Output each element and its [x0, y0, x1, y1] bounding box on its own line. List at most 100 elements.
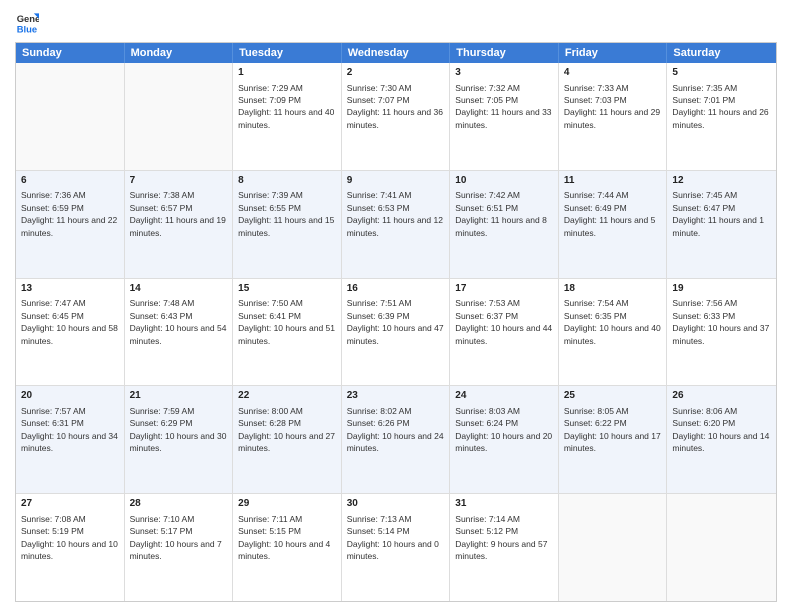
weekday-header-friday: Friday	[559, 43, 668, 63]
day-number: 9	[347, 174, 445, 188]
sun-info: Sunrise: 7:56 AMSunset: 6:33 PMDaylight:…	[672, 298, 769, 345]
day-number: 16	[347, 282, 445, 296]
calendar-cell-30: 30 Sunrise: 7:13 AMSunset: 5:14 PMDayligh…	[342, 494, 451, 601]
weekday-header-thursday: Thursday	[450, 43, 559, 63]
sun-info: Sunrise: 8:02 AMSunset: 6:26 PMDaylight:…	[347, 406, 444, 453]
svg-text:Blue: Blue	[17, 23, 37, 34]
sun-info: Sunrise: 7:33 AMSunset: 7:03 PMDaylight:…	[564, 83, 660, 130]
calendar-cell-19: 19Sunrise: 7:56 AMSunset: 6:33 PMDayligh…	[667, 279, 776, 386]
calendar-cell-empty-r4-c6	[667, 494, 776, 601]
calendar-cell-20: 20 Sunrise: 7:57 AMSunset: 6:31 PMDayligh…	[16, 386, 125, 493]
day-number: 13	[21, 282, 119, 296]
weekday-header-saturday: Saturday	[667, 43, 776, 63]
day-number: 18	[564, 282, 662, 296]
calendar-row-4: 20 Sunrise: 7:57 AMSunset: 6:31 PMDayligh…	[16, 386, 776, 494]
day-number: 3	[455, 66, 553, 80]
weekday-header-sunday: Sunday	[16, 43, 125, 63]
page-header: General Blue	[15, 10, 777, 34]
logo: General Blue	[15, 10, 43, 34]
calendar-cell-empty-r4-c5	[559, 494, 668, 601]
calendar-cell-22: 22 Sunrise: 8:00 AMSunset: 6:28 PMDayligh…	[233, 386, 342, 493]
calendar-cell-21: 21 Sunrise: 7:59 AMSunset: 6:29 PMDayligh…	[125, 386, 234, 493]
calendar-cell-23: 23 Sunrise: 8:02 AMSunset: 6:26 PMDayligh…	[342, 386, 451, 493]
calendar: SundayMondayTuesdayWednesdayThursdayFrid…	[15, 42, 777, 602]
calendar-cell-10: 10 Sunrise: 7:42 AMSunset: 6:51 PMDayligh…	[450, 171, 559, 278]
calendar-cell-29: 29Sunrise: 7:11 AMSunset: 5:15 PMDayligh…	[233, 494, 342, 601]
day-number: 4	[564, 66, 662, 80]
day-number: 23	[347, 389, 445, 403]
day-number: 24	[455, 389, 553, 403]
weekday-header-wednesday: Wednesday	[342, 43, 451, 63]
sun-info: Sunrise: 7:08 AMSunset: 5:19 PMDaylight:…	[21, 514, 118, 561]
sun-info: Sunrise: 7:39 AMSunset: 6:55 PMDaylight:…	[238, 190, 334, 237]
sun-info: Sunrise: 7:44 AMSunset: 6:49 PMDaylight:…	[564, 190, 656, 237]
day-number: 12	[672, 174, 771, 188]
calendar-cell-2: 2Sunrise: 7:30 AMSunset: 7:07 PMDaylight…	[342, 63, 451, 170]
calendar-cell-3: 3 Sunrise: 7:32 AMSunset: 7:05 PMDaylight…	[450, 63, 559, 170]
calendar-cell-13: 13 Sunrise: 7:47 AMSunset: 6:45 PMDayligh…	[16, 279, 125, 386]
calendar-cell-4: 4 Sunrise: 7:33 AMSunset: 7:03 PMDaylight…	[559, 63, 668, 170]
sun-info: Sunrise: 7:57 AMSunset: 6:31 PMDaylight:…	[21, 406, 118, 453]
sun-info: Sunrise: 7:30 AMSunset: 7:07 PMDaylight:…	[347, 83, 443, 130]
calendar-body: 1Sunrise: 7:29 AMSunset: 7:09 PMDaylight…	[16, 63, 776, 601]
sun-info: Sunrise: 7:35 AMSunset: 7:01 PMDaylight:…	[672, 83, 768, 130]
sun-info: Sunrise: 7:47 AMSunset: 6:45 PMDaylight:…	[21, 298, 118, 345]
day-number: 8	[238, 174, 336, 188]
calendar-cell-5: 5Sunrise: 7:35 AMSunset: 7:01 PMDaylight…	[667, 63, 776, 170]
sun-info: Sunrise: 7:10 AMSunset: 5:17 PMDaylight:…	[130, 514, 222, 561]
calendar-cell-24: 24 Sunrise: 8:03 AMSunset: 6:24 PMDayligh…	[450, 386, 559, 493]
sun-info: Sunrise: 7:36 AMSunset: 6:59 PMDaylight:…	[21, 190, 117, 237]
day-number: 15	[238, 282, 336, 296]
sun-info: Sunrise: 7:59 AMSunset: 6:29 PMDaylight:…	[130, 406, 227, 453]
sun-info: Sunrise: 7:42 AMSunset: 6:51 PMDaylight:…	[455, 190, 547, 237]
day-number: 22	[238, 389, 336, 403]
day-number: 1	[238, 66, 336, 80]
calendar-cell-7: 7Sunrise: 7:38 AMSunset: 6:57 PMDaylight…	[125, 171, 234, 278]
sun-info: Sunrise: 7:45 AMSunset: 6:47 PMDaylight:…	[672, 190, 764, 237]
day-number: 20	[21, 389, 119, 403]
calendar-cell-15: 15 Sunrise: 7:50 AMSunset: 6:41 PMDayligh…	[233, 279, 342, 386]
day-number: 25	[564, 389, 662, 403]
sun-info: Sunrise: 7:51 AMSunset: 6:39 PMDaylight:…	[347, 298, 444, 345]
calendar-cell-empty-r0-c1	[125, 63, 234, 170]
calendar-cell-8: 8 Sunrise: 7:39 AMSunset: 6:55 PMDaylight…	[233, 171, 342, 278]
weekday-header-monday: Monday	[125, 43, 234, 63]
calendar-cell-11: 11 Sunrise: 7:44 AMSunset: 6:49 PMDayligh…	[559, 171, 668, 278]
calendar-cell-14: 14 Sunrise: 7:48 AMSunset: 6:43 PMDayligh…	[125, 279, 234, 386]
calendar-cell-17: 17Sunrise: 7:53 AMSunset: 6:37 PMDayligh…	[450, 279, 559, 386]
calendar-row-1: 1Sunrise: 7:29 AMSunset: 7:09 PMDaylight…	[16, 63, 776, 171]
calendar-cell-9: 9 Sunrise: 7:41 AMSunset: 6:53 PMDaylight…	[342, 171, 451, 278]
day-number: 28	[130, 497, 228, 511]
calendar-row-5: 27Sunrise: 7:08 AMSunset: 5:19 PMDayligh…	[16, 494, 776, 601]
sun-info: Sunrise: 7:48 AMSunset: 6:43 PMDaylight:…	[130, 298, 227, 345]
sun-info: Sunrise: 7:50 AMSunset: 6:41 PMDaylight:…	[238, 298, 335, 345]
sun-info: Sunrise: 7:32 AMSunset: 7:05 PMDaylight:…	[455, 83, 551, 130]
sun-info: Sunrise: 7:54 AMSunset: 6:35 PMDaylight:…	[564, 298, 661, 345]
logo-icon: General Blue	[15, 10, 39, 34]
calendar-cell-1: 1Sunrise: 7:29 AMSunset: 7:09 PMDaylight…	[233, 63, 342, 170]
calendar-cell-25: 25 Sunrise: 8:05 AMSunset: 6:22 PMDayligh…	[559, 386, 668, 493]
calendar-cell-16: 16 Sunrise: 7:51 AMSunset: 6:39 PMDayligh…	[342, 279, 451, 386]
sun-info: Sunrise: 8:03 AMSunset: 6:24 PMDaylight:…	[455, 406, 552, 453]
day-number: 21	[130, 389, 228, 403]
calendar-row-3: 13 Sunrise: 7:47 AMSunset: 6:45 PMDayligh…	[16, 279, 776, 387]
calendar-cell-18: 18 Sunrise: 7:54 AMSunset: 6:35 PMDayligh…	[559, 279, 668, 386]
calendar-cell-12: 12 Sunrise: 7:45 AMSunset: 6:47 PMDayligh…	[667, 171, 776, 278]
sun-info: Sunrise: 7:38 AMSunset: 6:57 PMDaylight:…	[130, 190, 226, 237]
day-number: 14	[130, 282, 228, 296]
day-number: 17	[455, 282, 553, 296]
day-number: 30	[347, 497, 445, 511]
calendar-cell-26: 26Sunrise: 8:06 AMSunset: 6:20 PMDayligh…	[667, 386, 776, 493]
calendar-cell-28: 28 Sunrise: 7:10 AMSunset: 5:17 PMDayligh…	[125, 494, 234, 601]
sun-info: Sunrise: 8:05 AMSunset: 6:22 PMDaylight:…	[564, 406, 661, 453]
calendar-cell-empty-r0-c0	[16, 63, 125, 170]
day-number: 11	[564, 174, 662, 188]
sun-info: Sunrise: 8:00 AMSunset: 6:28 PMDaylight:…	[238, 406, 335, 453]
day-number: 10	[455, 174, 553, 188]
calendar-row-2: 6Sunrise: 7:36 AMSunset: 6:59 PMDaylight…	[16, 171, 776, 279]
sun-info: Sunrise: 8:06 AMSunset: 6:20 PMDaylight:…	[672, 406, 769, 453]
sun-info: Sunrise: 7:41 AMSunset: 6:53 PMDaylight:…	[347, 190, 443, 237]
day-number: 29	[238, 497, 336, 511]
calendar-cell-31: 31Sunrise: 7:14 AMSunset: 5:12 PMDayligh…	[450, 494, 559, 601]
sun-info: Sunrise: 7:13 AMSunset: 5:14 PMDaylight:…	[347, 514, 439, 561]
